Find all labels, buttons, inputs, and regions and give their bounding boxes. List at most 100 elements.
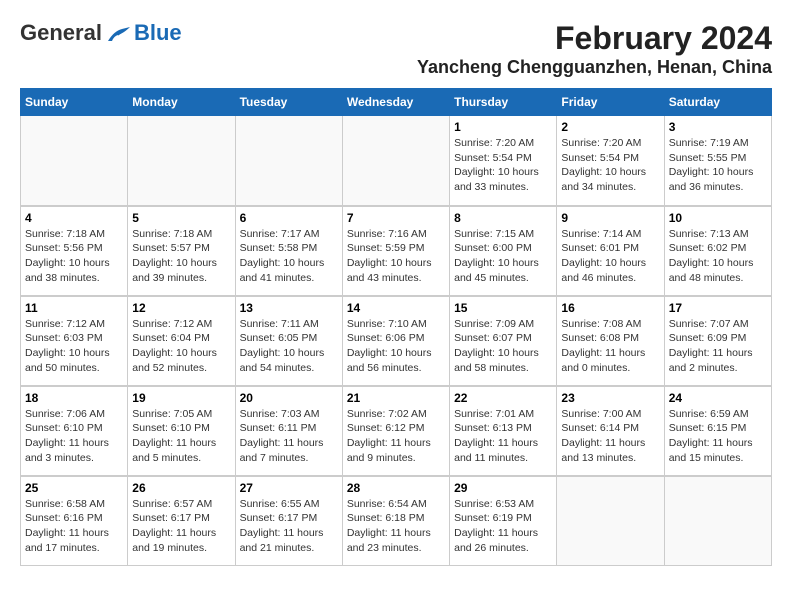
day-number: 21 [347,391,445,405]
calendar-table: SundayMondayTuesdayWednesdayThursdayFrid… [20,88,772,566]
calendar-cell: 15 Sunrise: 7:09 AMSunset: 6:07 PMDayligh… [450,296,557,386]
day-detail: Sunrise: 6:55 AMSunset: 6:17 PMDaylight:… [240,497,338,556]
day-number: 1 [454,120,552,134]
day-number: 14 [347,301,445,315]
calendar-header: SundayMondayTuesdayWednesdayThursdayFrid… [21,89,772,116]
day-detail: Sunrise: 7:20 AMSunset: 5:54 PMDaylight:… [561,136,659,195]
day-number: 16 [561,301,659,315]
day-detail: Sunrise: 7:06 AMSunset: 6:10 PMDaylight:… [25,407,123,466]
day-detail: Sunrise: 6:58 AMSunset: 6:16 PMDaylight:… [25,497,123,556]
day-number: 9 [561,211,659,225]
calendar-cell: 19Sunrise: 7:05 AMSunset: 6:10 PMDayligh… [128,386,235,476]
calendar-cell: 13 Sunrise: 7:11 AMSunset: 6:05 PMDayligh… [235,296,342,386]
calendar-cell: 10 Sunrise: 7:13 AMSunset: 6:02 PMDayligh… [664,206,771,296]
calendar-cell: 6Sunrise: 7:17 AMSunset: 5:58 PMDaylight… [235,206,342,296]
calendar-cell: 5 Sunrise: 7:18 AMSunset: 5:57 PMDaylight… [128,206,235,296]
calendar-week-2: 4 Sunrise: 7:18 AMSunset: 5:56 PMDaylight… [21,206,772,296]
weekday-header-sunday: Sunday [21,89,128,116]
month-year-title: February 2024 [417,20,772,57]
calendar-cell: 4 Sunrise: 7:18 AMSunset: 5:56 PMDaylight… [21,206,128,296]
day-detail: Sunrise: 7:00 AMSunset: 6:14 PMDaylight:… [561,407,659,466]
day-detail: Sunrise: 7:20 AMSunset: 5:54 PMDaylight:… [454,136,552,195]
day-detail: Sunrise: 7:18 AMSunset: 5:57 PMDaylight:… [132,227,230,286]
day-detail: Sunrise: 7:14 AMSunset: 6:01 PMDaylight:… [561,227,659,286]
calendar-cell: 25 Sunrise: 6:58 AMSunset: 6:16 PMDayligh… [21,476,128,566]
day-detail: Sunrise: 7:18 AMSunset: 5:56 PMDaylight:… [25,227,123,286]
day-number: 13 [240,301,338,315]
calendar-cell [664,476,771,566]
day-number: 7 [347,211,445,225]
day-detail: Sunrise: 7:03 AMSunset: 6:11 PMDaylight:… [240,407,338,466]
calendar-cell: 8Sunrise: 7:15 AMSunset: 6:00 PMDaylight… [450,206,557,296]
day-detail: Sunrise: 7:15 AMSunset: 6:00 PMDaylight:… [454,227,552,286]
day-detail: Sunrise: 7:09 AMSunset: 6:07 PMDaylight:… [454,317,552,376]
weekday-header-tuesday: Tuesday [235,89,342,116]
title-block: February 2024 Yancheng Chengguanzhen, He… [417,20,772,78]
day-detail: Sunrise: 7:07 AMSunset: 6:09 PMDaylight:… [669,317,767,376]
calendar-cell: 9 Sunrise: 7:14 AMSunset: 6:01 PMDaylight… [557,206,664,296]
calendar-cell: 2 Sunrise: 7:20 AMSunset: 5:54 PMDaylight… [557,116,664,206]
calendar-cell: 22Sunrise: 7:01 AMSunset: 6:13 PMDayligh… [450,386,557,476]
calendar-cell: 18Sunrise: 7:06 AMSunset: 6:10 PMDayligh… [21,386,128,476]
day-detail: Sunrise: 7:02 AMSunset: 6:12 PMDaylight:… [347,407,445,466]
day-detail: Sunrise: 6:57 AMSunset: 6:17 PMDaylight:… [132,497,230,556]
day-number: 24 [669,391,767,405]
weekday-header-saturday: Saturday [664,89,771,116]
page-header: GeneralBlue February 2024 Yancheng Cheng… [20,20,772,78]
calendar-cell [342,116,449,206]
day-number: 22 [454,391,552,405]
day-number: 11 [25,301,123,315]
day-detail: Sunrise: 7:17 AMSunset: 5:58 PMDaylight:… [240,227,338,286]
day-number: 28 [347,481,445,495]
day-number: 3 [669,120,767,134]
weekday-header-monday: Monday [128,89,235,116]
day-detail: Sunrise: 7:11 AMSunset: 6:05 PMDaylight:… [240,317,338,376]
calendar-cell: 17Sunrise: 7:07 AMSunset: 6:09 PMDayligh… [664,296,771,386]
weekday-header-wednesday: Wednesday [342,89,449,116]
calendar-cell: 24 Sunrise: 6:59 AMSunset: 6:15 PMDayligh… [664,386,771,476]
calendar-cell: 3 Sunrise: 7:19 AMSunset: 5:55 PMDaylight… [664,116,771,206]
bird-icon [104,23,132,45]
day-number: 12 [132,301,230,315]
day-detail: Sunrise: 7:19 AMSunset: 5:55 PMDaylight:… [669,136,767,195]
weekday-header-thursday: Thursday [450,89,557,116]
calendar-body: 1 Sunrise: 7:20 AMSunset: 5:54 PMDaylight… [21,116,772,566]
day-number: 19 [132,391,230,405]
calendar-cell [557,476,664,566]
calendar-cell: 14 Sunrise: 7:10 AMSunset: 6:06 PMDayligh… [342,296,449,386]
calendar-cell: 21 Sunrise: 7:02 AMSunset: 6:12 PMDayligh… [342,386,449,476]
day-number: 4 [25,211,123,225]
day-number: 27 [240,481,338,495]
calendar-cell: 20Sunrise: 7:03 AMSunset: 6:11 PMDayligh… [235,386,342,476]
day-number: 15 [454,301,552,315]
calendar-cell [21,116,128,206]
day-number: 26 [132,481,230,495]
calendar-cell: 1 Sunrise: 7:20 AMSunset: 5:54 PMDaylight… [450,116,557,206]
calendar-cell [128,116,235,206]
day-number: 10 [669,211,767,225]
day-number: 25 [25,481,123,495]
calendar-cell: 26 Sunrise: 6:57 AMSunset: 6:17 PMDayligh… [128,476,235,566]
calendar-cell: 7Sunrise: 7:16 AMSunset: 5:59 PMDaylight… [342,206,449,296]
day-detail: Sunrise: 6:53 AMSunset: 6:19 PMDaylight:… [454,497,552,556]
day-detail: Sunrise: 7:12 AMSunset: 6:03 PMDaylight:… [25,317,123,376]
calendar-week-3: 11 Sunrise: 7:12 AMSunset: 6:03 PMDayligh… [21,296,772,386]
day-detail: Sunrise: 7:10 AMSunset: 6:06 PMDaylight:… [347,317,445,376]
day-detail: Sunrise: 7:08 AMSunset: 6:08 PMDaylight:… [561,317,659,376]
calendar-cell: 23Sunrise: 7:00 AMSunset: 6:14 PMDayligh… [557,386,664,476]
day-number: 5 [132,211,230,225]
calendar-week-5: 25 Sunrise: 6:58 AMSunset: 6:16 PMDayligh… [21,476,772,566]
logo: GeneralBlue [20,20,182,46]
day-detail: Sunrise: 6:54 AMSunset: 6:18 PMDaylight:… [347,497,445,556]
day-number: 29 [454,481,552,495]
weekday-header-row: SundayMondayTuesdayWednesdayThursdayFrid… [21,89,772,116]
day-detail: Sunrise: 7:12 AMSunset: 6:04 PMDaylight:… [132,317,230,376]
day-detail: Sunrise: 6:59 AMSunset: 6:15 PMDaylight:… [669,407,767,466]
calendar-week-1: 1 Sunrise: 7:20 AMSunset: 5:54 PMDaylight… [21,116,772,206]
day-detail: Sunrise: 7:13 AMSunset: 6:02 PMDaylight:… [669,227,767,286]
weekday-header-friday: Friday [557,89,664,116]
calendar-cell: 29 Sunrise: 6:53 AMSunset: 6:19 PMDayligh… [450,476,557,566]
location-title: Yancheng Chengguanzhen, Henan, China [417,57,772,78]
day-number: 2 [561,120,659,134]
calendar-week-4: 18Sunrise: 7:06 AMSunset: 6:10 PMDayligh… [21,386,772,476]
